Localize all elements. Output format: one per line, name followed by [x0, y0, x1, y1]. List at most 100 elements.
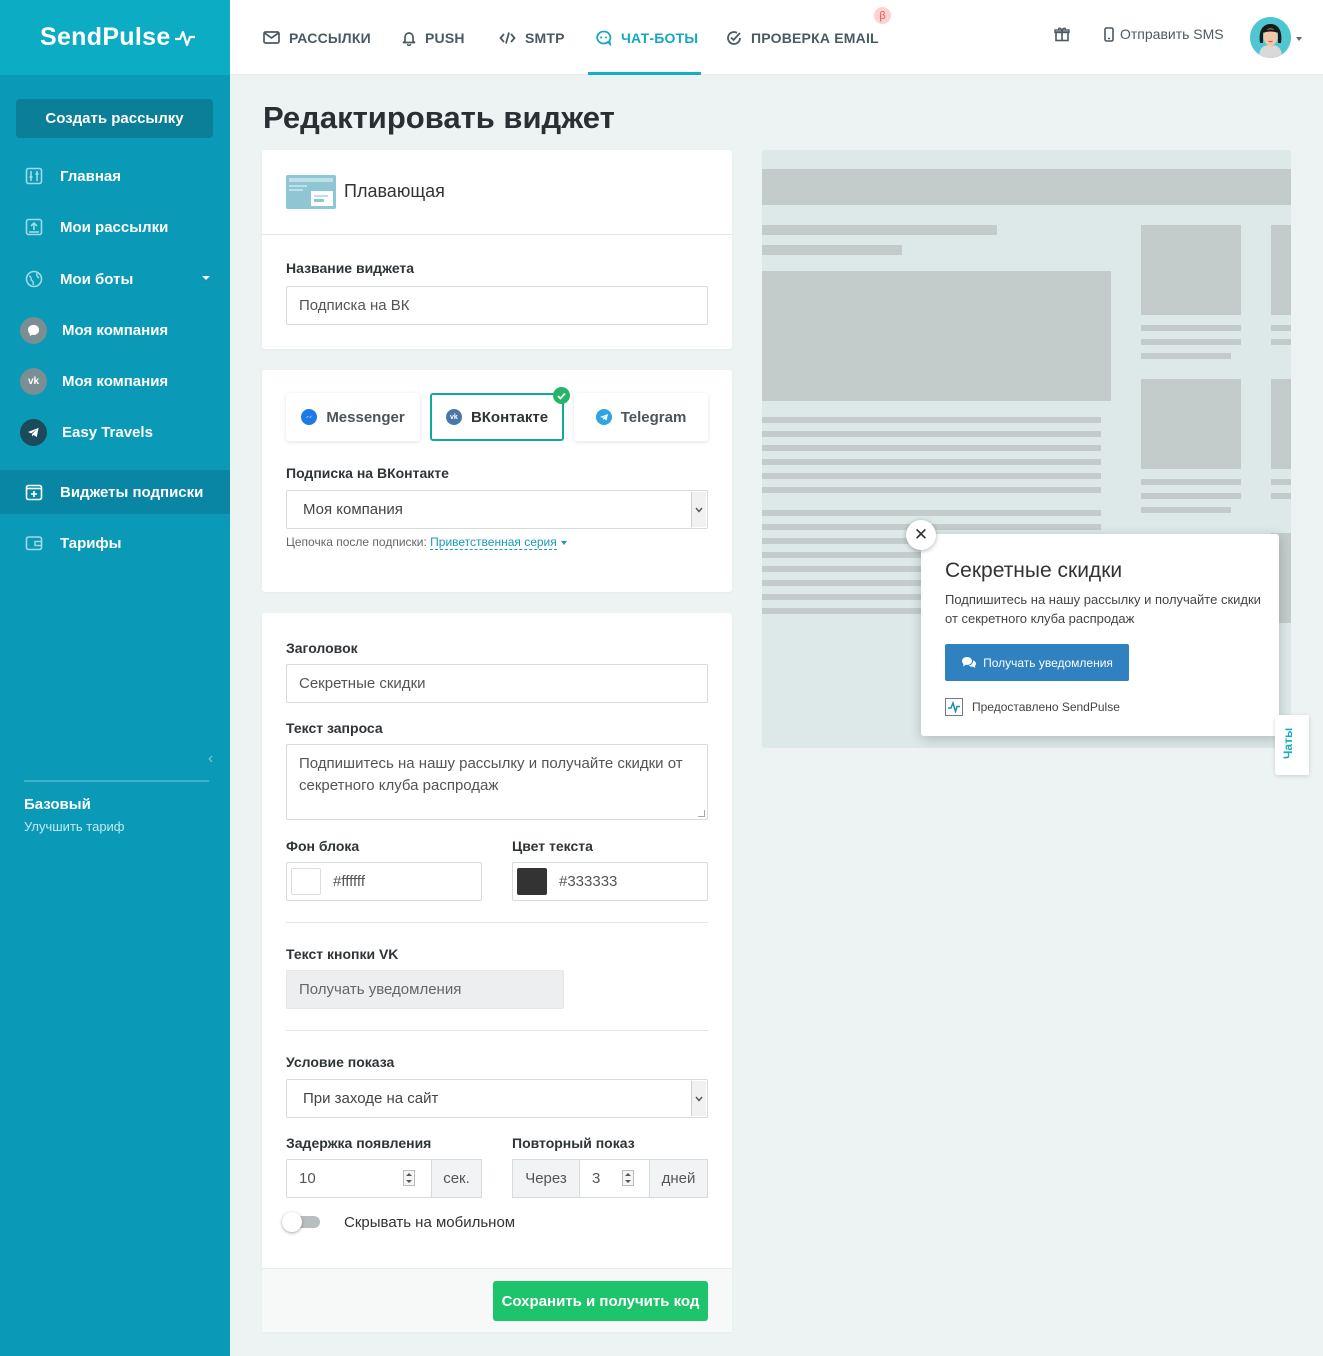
preview-placeholder [762, 487, 1101, 493]
card-divider [262, 234, 732, 235]
sidebar-divider [24, 780, 209, 782]
channel-telegram[interactable]: Telegram [574, 393, 708, 441]
sliders-icon [24, 166, 44, 186]
tab-label: ПРОВЕРКА EMAIL [751, 29, 879, 46]
create-campaign-button[interactable]: Создать рассылку [16, 99, 213, 138]
check-icon [553, 387, 570, 404]
chats-tab-label: Чаты [1281, 727, 1295, 759]
channel-messenger[interactable]: Messenger [286, 393, 420, 441]
popup-button-label: Получать уведомления [983, 655, 1113, 670]
messenger-icon [301, 409, 318, 425]
resize-handle-icon[interactable] [698, 810, 705, 817]
preview-placeholder [762, 417, 1101, 423]
chevron-down-icon[interactable] [1296, 37, 1302, 41]
tab-email-verification[interactable]: ПРОВЕРКА EMAIL [726, 0, 879, 75]
preview-placeholder [1141, 507, 1231, 513]
subscription-select[interactable]: Моя компания [286, 490, 708, 529]
background-color-input[interactable]: #ffffff [286, 862, 482, 901]
popup-branding[interactable]: Предоставлено SendPulse [945, 698, 1120, 716]
sidebar-item-pricing[interactable]: Тарифы [0, 521, 230, 565]
display-condition-label: Условие показа [286, 1054, 395, 1070]
content-card: Заголовок Секретные скидки Текст запроса… [262, 613, 732, 1332]
tab-chatbots[interactable]: ЧАТ-БОТЫ [595, 0, 698, 75]
preview-placeholder [762, 459, 1101, 465]
upgrade-plan-link[interactable]: Улучшить тариф [24, 819, 125, 834]
sidebar-item-vk-company[interactable]: vk Моя компания [0, 359, 230, 403]
telegram-icon [595, 409, 612, 425]
collapse-sidebar-icon[interactable]: ‹ [208, 750, 213, 768]
logo[interactable]: SendPulse [40, 23, 196, 52]
repeat-value: 3 [592, 1170, 601, 1187]
widget-name-label: Название виджета [286, 260, 415, 276]
preview-placeholder [1141, 325, 1241, 331]
tab-label: ЧАТ-БОТЫ [621, 29, 699, 46]
widget-type-label: Плавающая [344, 181, 445, 201]
sidebar-item-messenger-company[interactable]: Моя компания [0, 308, 230, 352]
display-condition-select[interactable]: При заходе на сайт [286, 1079, 708, 1118]
hide-mobile-label: Скрывать на мобильном [344, 1214, 516, 1231]
gift-icon[interactable] [1054, 26, 1070, 47]
sidebar-item-label: Виджеты подписки [60, 483, 204, 501]
caret-down-icon[interactable] [560, 540, 567, 545]
tab-label: PUSH [425, 29, 465, 46]
chats-tab[interactable]: Чаты [1275, 715, 1309, 775]
branding-label: Предоставлено SendPulse [972, 700, 1120, 714]
repeat-input[interactable]: 3 [579, 1159, 650, 1198]
sidebar-item-label: Easy Travels [62, 423, 153, 441]
hide-mobile-toggle[interactable] [282, 1212, 320, 1232]
delay-stepper[interactable] [403, 1170, 415, 1186]
code-icon [499, 31, 516, 45]
background-label: Фон блока [286, 838, 360, 854]
tab-smtp[interactable]: SMTP [499, 0, 565, 75]
subscription-value: Моя компания [303, 501, 403, 518]
sidebar-item-label: Тарифы [60, 534, 122, 552]
preview-placeholder [1271, 225, 1291, 315]
subscription-label: Подписка на ВКонтакте [286, 465, 449, 481]
background-swatch[interactable] [291, 868, 321, 895]
avatar[interactable] [1250, 17, 1291, 58]
close-icon[interactable]: ✕ [906, 520, 936, 550]
telegram-icon [20, 418, 47, 446]
heading-label: Заголовок [286, 640, 358, 656]
widget-settings-card: Плавающая Название виджета Подписка на В… [262, 150, 732, 349]
preview-placeholder [1141, 225, 1241, 315]
delay-unit: сек. [431, 1159, 482, 1198]
sidebar-item-campaigns[interactable]: Мои рассылки [0, 205, 230, 249]
active-tab-indicator [588, 72, 701, 75]
sidebar-item-home[interactable]: Главная [0, 154, 230, 198]
chat-bot-icon [595, 30, 612, 46]
chevron-down-icon[interactable] [202, 276, 210, 280]
button-text-input[interactable]: Получать уведомления [286, 970, 564, 1009]
sidebar-item-widgets[interactable]: Виджеты подписки [0, 470, 230, 514]
display-condition-value: При заходе на сайт [303, 1090, 439, 1107]
request-text-input[interactable]: Подпишитесь на нашу рассылку и получайте… [286, 744, 708, 820]
channel-vkontakte[interactable]: vk ВКонтакте [430, 387, 570, 441]
text-color-swatch[interactable] [517, 868, 547, 895]
sidebar-item-label: Моя компания [62, 372, 169, 390]
chain-label: Цепочка после подписки: [286, 535, 427, 549]
wallet-icon [24, 533, 44, 553]
preview-placeholder [1141, 379, 1241, 469]
popup-subscribe-button[interactable]: Получать уведомления [945, 644, 1129, 681]
messenger-icon [20, 316, 47, 344]
pulse-icon [174, 30, 195, 46]
check-circle-icon [726, 30, 742, 46]
sidebar-item-bots[interactable]: Мои боты [0, 257, 230, 301]
text-color-input[interactable]: #333333 [512, 862, 708, 901]
sidebar-item-label: Мои боты [60, 270, 134, 288]
tab-campaigns[interactable]: РАССЫЛКИ [263, 0, 371, 75]
sidebar-item-easy-travels[interactable]: Easy Travels [0, 410, 230, 454]
page-title: Редактировать виджет [263, 100, 615, 135]
channel-label: Messenger [326, 408, 405, 426]
repeat-stepper[interactable] [622, 1170, 634, 1186]
send-sms-label: Отправить SMS [1120, 26, 1224, 42]
globe-icon [24, 269, 44, 289]
envelope-icon [263, 31, 280, 44]
chain-link[interactable]: Приветственная серия [430, 535, 557, 550]
preview-popup: Секретные скидки Подпишитесь на нашу рас… [921, 534, 1279, 736]
send-sms-link[interactable]: Отправить SMS [1104, 26, 1224, 42]
tab-push[interactable]: PUSH [402, 0, 465, 75]
save-and-get-code-button[interactable]: Сохранить и получить код [493, 1281, 708, 1321]
heading-input[interactable]: Секретные скидки [286, 664, 708, 703]
widget-name-input[interactable]: Подписка на ВК [286, 286, 708, 325]
